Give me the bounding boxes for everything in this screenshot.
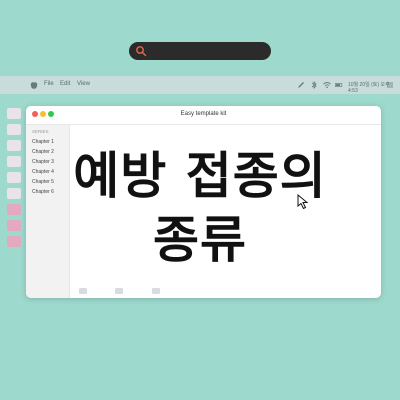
bluetooth-icon[interactable] [310,81,318,89]
battery-icon[interactable] [335,81,343,89]
wifi-icon[interactable] [323,81,331,89]
menu-edit[interactable]: Edit [60,81,70,87]
mouse-cursor-icon [297,194,309,210]
menubar: File Edit View 10월 20일 (토) 오후 4:53 [0,76,400,94]
folder-icon[interactable] [115,288,123,294]
folder-icon[interactable] [152,288,160,294]
apple-icon[interactable] [30,80,38,90]
search-bar[interactable] [129,42,271,60]
window-title: Easy template kit [180,111,227,117]
search-input[interactable] [149,44,268,60]
bottom-toolbar [70,284,381,298]
search-icon [136,46,147,57]
window-titlebar[interactable]: Easy template kit [26,106,381,125]
menu-file[interactable]: File [44,81,54,87]
desktop-file-icon[interactable] [7,108,21,119]
desktop-file-icon[interactable] [7,124,21,135]
sidebar-header: SERIES [32,129,49,134]
headline-line-2: 종류 [153,211,247,269]
folder-icon[interactable] [79,288,87,294]
menu-view[interactable]: View [77,81,90,87]
pen-icon[interactable] [297,81,305,89]
headline-line-1: 예방 접종의 [73,147,327,205]
menu-list-icon[interactable] [386,81,394,89]
